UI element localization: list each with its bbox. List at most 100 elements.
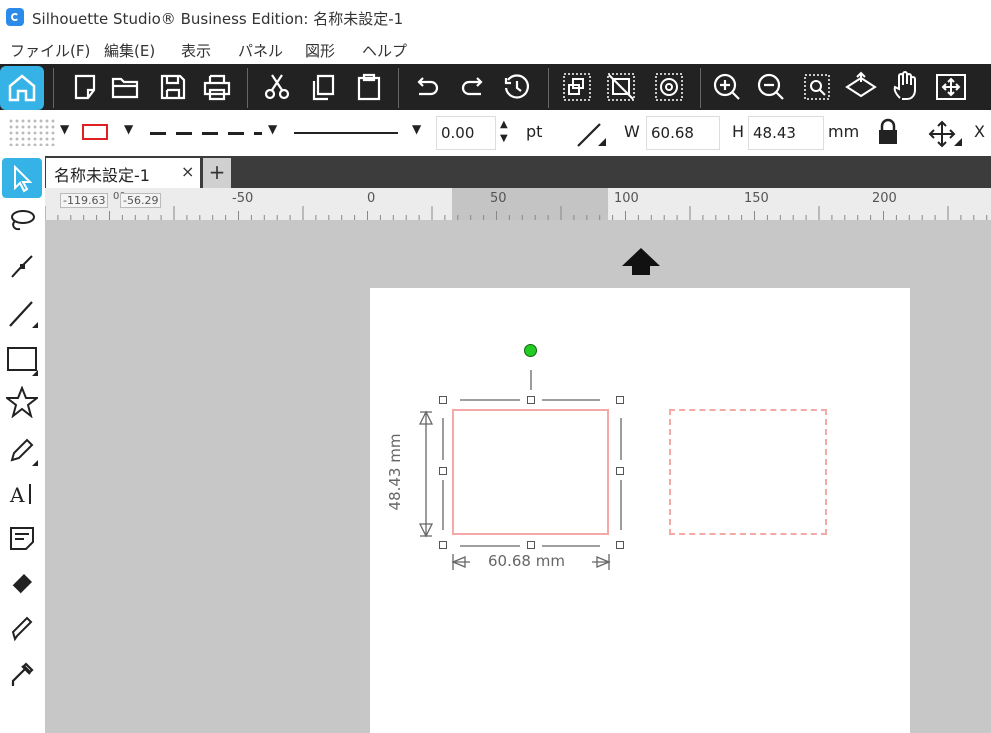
width-label: W <box>624 122 640 141</box>
ruler-cursor-x: -119.63 <box>60 193 109 208</box>
notes-tool[interactable] <box>6 522 38 554</box>
resize-handle-bottom-left[interactable] <box>439 541 447 549</box>
redo-button[interactable] <box>456 70 490 104</box>
paste-button[interactable] <box>352 70 386 104</box>
line-style-dash-preview[interactable] <box>150 132 262 135</box>
home-button[interactable] <box>0 66 44 110</box>
new-document-icon <box>74 74 96 100</box>
width-dimension-label: 60.68 mm <box>484 552 569 570</box>
position-tool-button[interactable] <box>926 118 962 150</box>
add-tab-button[interactable]: + <box>203 158 231 188</box>
polygon-tool[interactable] <box>4 385 40 419</box>
draw-tool[interactable] <box>6 434 38 466</box>
resize-handle-top-left[interactable] <box>439 396 447 404</box>
resize-handle-left[interactable] <box>439 467 447 475</box>
menu-help[interactable]: ヘルプ <box>362 40 407 61</box>
line-icon <box>9 301 38 328</box>
resize-tool-button[interactable] <box>574 118 606 150</box>
fit-to-page-icon <box>936 74 966 100</box>
line-width-input[interactable]: 0.00 <box>436 116 496 150</box>
line-weight-preview[interactable] <box>294 132 398 134</box>
eyedropper-tool[interactable] <box>6 658 38 690</box>
knife-icon <box>11 616 33 642</box>
svg-text:A: A <box>9 483 25 507</box>
line-unit-label: pt <box>526 122 543 141</box>
fill-dropdown-arrow-icon[interactable]: ▼ <box>60 122 69 136</box>
undo-button[interactable] <box>410 70 444 104</box>
eraser-tool[interactable] <box>6 566 38 598</box>
ruler-label: 0 <box>367 191 376 206</box>
copy-button[interactable] <box>306 70 340 104</box>
fit-to-page-button[interactable] <box>934 70 968 104</box>
eraser-icon <box>11 574 32 595</box>
resize-handle-right[interactable] <box>616 467 624 475</box>
diagonal-resize-icon <box>577 123 606 147</box>
text-tool[interactable]: A <box>6 478 38 510</box>
line-tool[interactable] <box>6 298 38 330</box>
open-button[interactable] <box>108 70 142 104</box>
menu-file[interactable]: ファイル(F) <box>10 40 90 61</box>
print-icon <box>203 74 231 101</box>
lasso-tool[interactable] <box>6 204 38 236</box>
new-document-button[interactable] <box>68 70 102 104</box>
print-button[interactable] <box>200 70 234 104</box>
save-button[interactable] <box>156 70 190 104</box>
save-icon <box>160 74 186 100</box>
zoom-in-button[interactable] <box>710 70 744 104</box>
resize-handle-bottom-right[interactable] <box>616 541 624 549</box>
rectangle-tool[interactable] <box>6 344 38 376</box>
tab-close-icon[interactable]: × <box>181 162 194 181</box>
fill-pattern-swatch[interactable] <box>8 118 56 146</box>
menu-edit[interactable]: 編集(E) <box>104 40 155 61</box>
ungroup-icon <box>607 73 635 101</box>
aspect-lock-button[interactable] <box>876 118 900 148</box>
group-icon <box>563 73 591 101</box>
width-input[interactable]: 60.68 <box>646 116 720 150</box>
menu-view[interactable]: 表示 <box>181 40 211 61</box>
size-unit-label: mm <box>828 122 860 141</box>
x-label: X <box>974 122 985 141</box>
toolbar-separator <box>548 68 549 108</box>
feed-direction-arrow-icon <box>622 248 660 275</box>
pencil-icon <box>10 438 38 466</box>
menu-shape[interactable]: 図形 <box>305 40 335 61</box>
resize-handle-top-right[interactable] <box>616 396 624 404</box>
undo-icon <box>417 77 439 96</box>
open-folder-icon <box>111 77 139 99</box>
zoom-out-button[interactable] <box>754 70 788 104</box>
history-button[interactable] <box>500 70 534 104</box>
cut-button[interactable] <box>260 70 294 104</box>
move-arrows-icon <box>928 120 962 148</box>
lock-icon <box>879 118 897 144</box>
group-button[interactable] <box>560 70 594 104</box>
toolbar-separator <box>53 68 54 108</box>
select-tool[interactable] <box>2 158 42 198</box>
knife-tool[interactable] <box>6 612 38 644</box>
compound-path-button[interactable] <box>652 70 686 104</box>
text-icon: A <box>9 483 31 507</box>
line-width-stepper-icon[interactable]: ▲ ▼ <box>500 118 508 146</box>
zoom-out-icon <box>757 73 784 100</box>
edit-points-tool[interactable] <box>6 250 38 282</box>
home-icon <box>8 74 36 102</box>
resize-handle-top[interactable] <box>527 396 535 404</box>
menu-panel[interactable]: パネル <box>238 40 283 61</box>
rotation-handle[interactable] <box>524 344 537 357</box>
ungroup-button[interactable] <box>604 70 638 104</box>
zoom-selection-button[interactable] <box>800 70 834 104</box>
line-style-dropdown-arrow-icon[interactable]: ▼ <box>268 122 277 136</box>
cut-icon <box>264 74 290 100</box>
pan-button[interactable] <box>890 70 924 104</box>
zoom-selection-icon <box>804 74 830 100</box>
height-input[interactable]: 48.43 <box>748 116 824 150</box>
resize-handle-bottom[interactable] <box>527 541 535 549</box>
line-color-swatch[interactable] <box>82 124 108 140</box>
line-color-dropdown-arrow-icon[interactable]: ▼ <box>124 122 133 136</box>
move-page-button[interactable] <box>844 70 878 104</box>
dashed-rectangle-shape[interactable] <box>669 409 827 535</box>
ruler-ticks <box>45 206 988 220</box>
ruler-label: 100 <box>614 191 639 206</box>
ruler-label: 150 <box>744 191 769 206</box>
toolbar-separator <box>700 68 701 108</box>
line-weight-dropdown-arrow-icon[interactable]: ▼ <box>412 122 421 136</box>
